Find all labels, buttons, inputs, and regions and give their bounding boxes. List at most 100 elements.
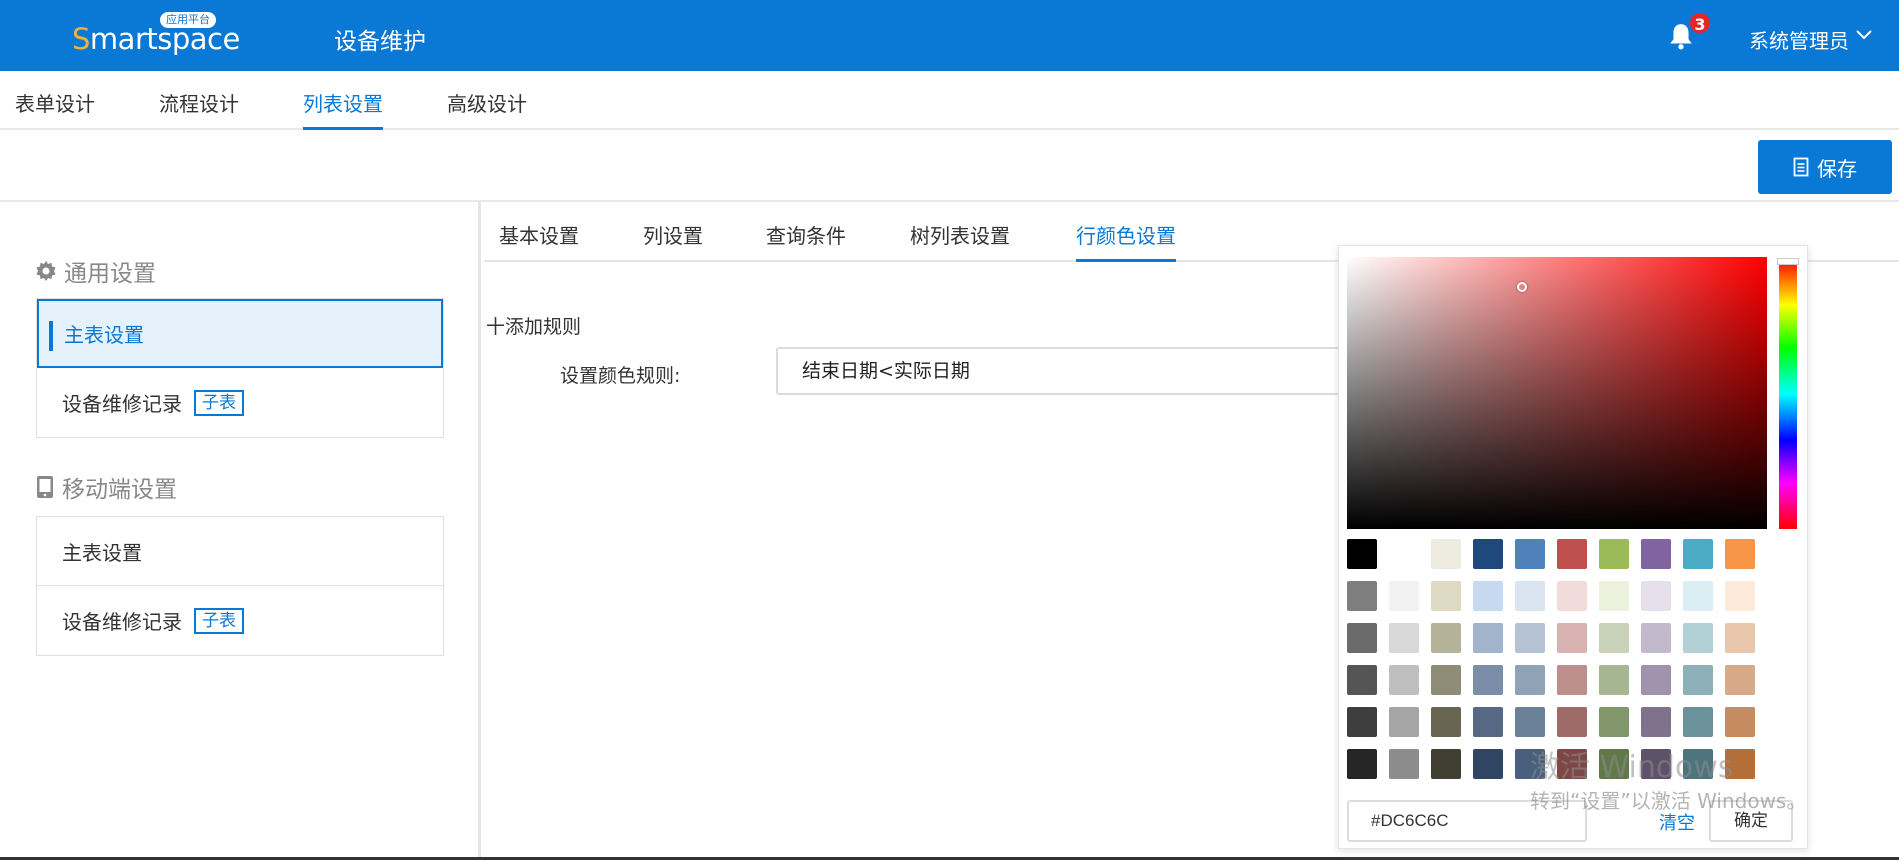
color-swatch[interactable] — [1515, 581, 1545, 611]
color-swatch[interactable] — [1347, 581, 1377, 611]
color-swatch[interactable] — [1641, 623, 1671, 653]
color-swatch[interactable] — [1725, 707, 1755, 737]
color-swatch[interactable] — [1347, 749, 1377, 779]
activation-watermark-title: 激活 Windows — [1530, 750, 1734, 785]
color-swatch[interactable] — [1599, 581, 1629, 611]
sidebar-item-label: 主表设置 — [64, 323, 144, 347]
color-swatch[interactable] — [1515, 665, 1545, 695]
color-swatch[interactable] — [1473, 539, 1503, 569]
color-swatch[interactable] — [1599, 665, 1629, 695]
color-swatch[interactable] — [1515, 623, 1545, 653]
save-label: 保存 — [1817, 156, 1857, 181]
color-swatch[interactable] — [1557, 539, 1587, 569]
subtable-tag: 子表 — [194, 607, 244, 634]
mobile-icon — [37, 476, 53, 498]
color-swatch[interactable] — [1725, 539, 1755, 569]
color-swatch[interactable] — [1347, 539, 1377, 569]
color-swatch[interactable] — [1473, 623, 1503, 653]
add-rule-button[interactable]: 十添加规则 — [486, 312, 581, 339]
gear-icon — [36, 261, 56, 281]
subtable-tag: 子表 — [194, 389, 244, 416]
color-swatch[interactable] — [1473, 749, 1503, 779]
color-swatch[interactable] — [1683, 707, 1713, 737]
color-swatch[interactable] — [1683, 665, 1713, 695]
color-swatch[interactable] — [1725, 581, 1755, 611]
color-swatch[interactable] — [1683, 581, 1713, 611]
sidebar-item-mobile-main-table[interactable]: 主表设置 — [37, 517, 443, 586]
chevron-down-icon[interactable] — [1856, 29, 1872, 41]
color-swatch[interactable] — [1389, 749, 1419, 779]
color-swatch[interactable] — [1473, 707, 1503, 737]
general-settings-title: 通用设置 — [36, 254, 156, 288]
color-swatch[interactable] — [1725, 623, 1755, 653]
page-title: 设备维护 — [334, 29, 426, 55]
color-swatch[interactable] — [1347, 623, 1377, 653]
tab-column-settings[interactable]: 列设置 — [643, 220, 703, 262]
color-swatch[interactable] — [1557, 623, 1587, 653]
logo-badge: 应用平台 — [160, 12, 216, 28]
tab-tree-list-settings[interactable]: 树列表设置 — [910, 220, 1010, 262]
color-swatch[interactable] — [1389, 581, 1419, 611]
color-swatch[interactable] — [1683, 623, 1713, 653]
color-swatch[interactable] — [1599, 707, 1629, 737]
mobile-settings-title: 移动端设置 — [36, 470, 177, 504]
color-swatch[interactable] — [1641, 707, 1671, 737]
color-swatch[interactable] — [1431, 623, 1461, 653]
color-swatch[interactable] — [1431, 581, 1461, 611]
color-swatch[interactable] — [1389, 665, 1419, 695]
color-swatch[interactable] — [1389, 707, 1419, 737]
color-swatch[interactable] — [1641, 581, 1671, 611]
color-swatch[interactable] — [1473, 665, 1503, 695]
activation-watermark-subtitle: 转到“设置”以激活 Windows。 — [1530, 789, 1807, 813]
sidebar-item-label: 设备维修记录 — [62, 392, 182, 416]
tab-row-color-settings[interactable]: 行颜色设置 — [1076, 220, 1176, 262]
color-swatch[interactable] — [1557, 665, 1587, 695]
color-swatch[interactable] — [1515, 539, 1545, 569]
sidebar-item-mobile-maintenance-record[interactable]: 设备维修记录 子表 — [37, 586, 443, 655]
color-rule-input[interactable]: 结束日期<实际日期 — [776, 347, 1356, 395]
document-icon — [1793, 157, 1809, 177]
color-swatch[interactable] — [1389, 539, 1419, 569]
color-swatch[interactable] — [1557, 707, 1587, 737]
designer-tabs: 表单设计 流程设计 列表设置 高级设计 — [0, 71, 1899, 130]
tab-advanced-design[interactable]: 高级设计 — [447, 88, 527, 130]
color-swatch[interactable] — [1515, 707, 1545, 737]
color-swatch[interactable] — [1725, 665, 1755, 695]
color-swatch[interactable] — [1599, 539, 1629, 569]
color-swatch[interactable] — [1557, 581, 1587, 611]
color-swatch[interactable] — [1641, 665, 1671, 695]
color-swatch[interactable] — [1431, 749, 1461, 779]
settings-sidebar: 通用设置 主表设置 设备维修记录 子表 移动端设置 主表设置 设备维修记录 子表 — [0, 202, 481, 860]
save-button[interactable]: 保存 — [1758, 140, 1892, 194]
color-swatch[interactable] — [1431, 665, 1461, 695]
color-rule-label: 设置颜色规则: — [560, 365, 681, 387]
color-swatch[interactable] — [1683, 539, 1713, 569]
sidebar-item-label: 主表设置 — [62, 540, 142, 565]
tab-basic-settings[interactable]: 基本设置 — [499, 220, 579, 262]
app-header: Smartspace 应用平台 设备维护 3 系统管理员 — [0, 0, 1899, 71]
tab-form-design[interactable]: 表单设计 — [15, 88, 95, 130]
app-logo[interactable]: Smartspace — [72, 22, 240, 56]
notification-badge: 3 — [1688, 11, 1712, 35]
user-menu[interactable]: 系统管理员 — [1749, 25, 1849, 54]
color-swatch[interactable] — [1641, 539, 1671, 569]
color-swatch[interactable] — [1347, 707, 1377, 737]
saturation-value-panel[interactable] — [1347, 257, 1767, 529]
color-swatch[interactable] — [1431, 539, 1461, 569]
color-swatch[interactable] — [1599, 623, 1629, 653]
color-swatch[interactable] — [1431, 707, 1461, 737]
sidebar-item-label: 设备维修记录 — [62, 610, 182, 634]
hue-slider[interactable] — [1779, 259, 1797, 529]
sidebar-item-maintenance-record[interactable]: 设备维修记录 子表 — [37, 368, 443, 437]
color-cursor[interactable] — [1517, 282, 1527, 292]
tab-flow-design[interactable]: 流程设计 — [159, 88, 239, 130]
tab-query-conditions[interactable]: 查询条件 — [766, 220, 846, 262]
color-swatch[interactable] — [1389, 623, 1419, 653]
sidebar-item-main-table[interactable]: 主表设置 — [37, 299, 443, 368]
color-swatch[interactable] — [1347, 665, 1377, 695]
color-swatch[interactable] — [1473, 581, 1503, 611]
general-settings-list: 主表设置 设备维修记录 子表 — [36, 298, 444, 438]
mobile-settings-list: 主表设置 设备维修记录 子表 — [36, 516, 444, 656]
hue-slider-thumb[interactable] — [1777, 258, 1799, 265]
tab-list-settings[interactable]: 列表设置 — [303, 88, 383, 130]
